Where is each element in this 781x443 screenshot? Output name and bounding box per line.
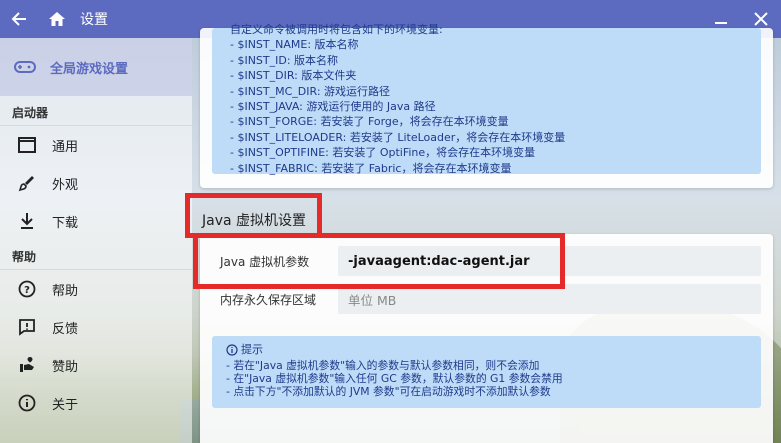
arrow-left-icon	[11, 12, 26, 26]
sidebar-item-appearance[interactable]: 外观	[0, 164, 192, 202]
env-info-line: - $INST_ID: 版本名称	[230, 53, 339, 67]
window-title: 设置	[80, 12, 108, 28]
sidebar-item-sponsor[interactable]: 赞助	[0, 346, 192, 384]
env-info-line: - $INST_MC_DIR: 游戏运行路径	[230, 84, 391, 98]
env-info-line: - $INST_DIR: 版本文件夹	[230, 69, 357, 83]
sidebar-item-label: 通用	[52, 139, 79, 155]
sidebar-item-label: 赞助	[52, 359, 79, 375]
env-info-line: - $INST_FABRIC: 若安装了 Fabric，将会存在本环境变量	[230, 161, 512, 175]
env-variables-info: 自定义命令被调用时将包含如下的环境变量: - $INST_NAME: 版本名称 …	[212, 23, 761, 175]
settings-content: 自定义命令被调用时将包含如下的环境变量: - $INST_NAME: 版本名称 …	[192, 23, 781, 443]
feedback-icon	[16, 316, 38, 338]
sidebar-item-label: 外观	[52, 177, 79, 193]
sidebar-item-global-settings[interactable]: 全局游戏设置	[0, 38, 192, 96]
tip-title: 提示	[241, 343, 263, 356]
tip-line: - 点击下方"不添加默认的 JVM 参数"可在启动游戏时不添加默认参数	[226, 385, 551, 399]
svg-text:?: ?	[24, 285, 30, 296]
sidebar-item-general[interactable]: 通用	[0, 126, 192, 164]
env-info-line: - $INST_OPTIFINE: 若安装了 OptiFine，将会存在本环境变…	[230, 146, 536, 160]
window-icon	[16, 134, 38, 156]
help-icon: ?	[16, 278, 38, 300]
env-info-line: - $INST_NAME: 版本名称	[230, 38, 359, 52]
env-info-line: - $INST_JAVA: 游戏运行使用的 Java 路径	[230, 100, 436, 114]
back-button[interactable]	[0, 0, 38, 38]
sidebar-item-label: 下载	[52, 215, 79, 231]
jvm-tip-info: 提示 - 若在"Java 虚拟机参数"输入的参数与默认参数相同，则不会添加 - …	[212, 336, 761, 408]
home-icon	[49, 12, 65, 26]
sidebar-item-feedback[interactable]: 反馈	[0, 308, 192, 346]
sidebar-item-label: 关于	[52, 397, 79, 413]
info-icon	[226, 344, 238, 356]
tip-line: - 在"Java 虚拟机参数"输入任何 GC 参数，默认参数的 G1 参数会禁用	[226, 372, 563, 386]
sidebar-item-label: 帮助	[52, 283, 79, 299]
env-info-line: - $INST_FORGE: 若安装了 Forge，将会存在本环境变量	[230, 115, 509, 129]
sidebar-section-launcher: 启动器	[0, 96, 192, 126]
java-section-title: Java 虚拟机设置	[202, 213, 307, 229]
close-icon	[754, 12, 768, 26]
jvm-args-row: Java 虚拟机参数 -javaagent:dac-agent.jar	[212, 246, 761, 276]
download-icon	[16, 210, 38, 232]
perm-space-input[interactable]: 单位 MB	[338, 284, 761, 314]
sidebar-item-label: 全局游戏设置	[50, 61, 129, 77]
perm-space-label: 内存永久保存区域	[220, 292, 317, 307]
home-button[interactable]	[38, 0, 76, 38]
sidebar-section-help: 帮助	[0, 240, 192, 270]
jvm-args-label: Java 虚拟机参数	[220, 254, 310, 269]
perm-space-row: 内存永久保存区域 单位 MB	[212, 284, 761, 314]
env-info-head: 自定义命令被调用时将包含如下的环境变量:	[230, 23, 443, 36]
sidebar-item-label: 反馈	[52, 321, 79, 337]
sidebar-item-help[interactable]: ? 帮助	[0, 270, 192, 308]
brush-icon	[16, 172, 38, 194]
custom-command-card: 自定义命令被调用时将包含如下的环境变量: - $INST_NAME: 版本名称 …	[200, 23, 773, 188]
sidebar: 全局游戏设置 启动器 通用 外观 下载 帮助 ? 帮助 反馈 赞助 关于	[0, 38, 192, 443]
jvm-args-input[interactable]: -javaagent:dac-agent.jar	[338, 246, 761, 276]
sponsor-icon	[16, 354, 38, 376]
gamepad-icon	[14, 60, 40, 74]
env-info-line: - $INST_LITELOADER: 若安装了 LiteLoader，将会存在…	[230, 130, 566, 144]
tip-header: 提示	[226, 342, 751, 357]
java-settings-card: Java 虚拟机参数 -javaagent:dac-agent.jar 内存永久…	[200, 234, 773, 443]
tip-line: - 若在"Java 虚拟机参数"输入的参数与默认参数相同，则不会添加	[226, 359, 540, 373]
info-icon	[16, 392, 38, 414]
sidebar-item-about[interactable]: 关于	[0, 384, 192, 422]
sidebar-item-download[interactable]: 下载	[0, 202, 192, 240]
